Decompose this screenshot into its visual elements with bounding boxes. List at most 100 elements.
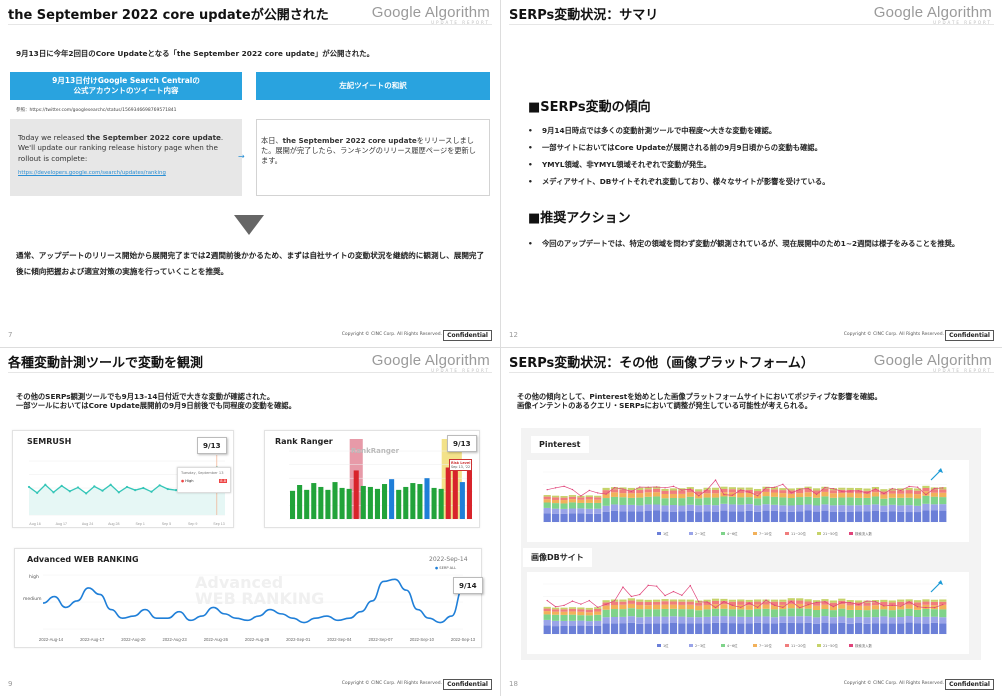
legend-swatch — [689, 532, 693, 535]
stacked-bar-segment — [661, 505, 669, 512]
legend-swatch — [753, 532, 757, 535]
intro-text: その他のSERPs観測ツールでも9月13-14日付近で大きな変動が確認された。 … — [16, 392, 296, 411]
awr-legend: ● SERP ALL — [435, 566, 456, 570]
traffic-point — [925, 493, 927, 496]
stacked-bar-segment — [543, 614, 551, 620]
stacked-bar-segment — [796, 600, 804, 604]
stacked-bar-segment — [787, 505, 795, 512]
traffic-point — [664, 487, 666, 489]
traffic-point — [841, 490, 843, 493]
rankranger-label: Rank Ranger — [275, 437, 333, 446]
awr-x-tick-label: 2022-Aug-14 — [39, 637, 64, 642]
awr-watermark-line2: WEB RANKING — [195, 589, 325, 608]
traffic-point — [748, 602, 750, 604]
ranking-history-link[interactable]: https://developers.google.com/search/upd… — [18, 170, 234, 178]
semrush-chart-card: Aug 16 Aug 17 Aug 24 Aug 28 Sep 1 Sep 5 Sep 9 S… — [12, 430, 234, 528]
stacked-bar-segment — [543, 502, 551, 508]
confidential-badge: Confidential — [945, 330, 994, 341]
stacked-bar-segment — [888, 600, 896, 603]
stacked-bar-segment — [653, 601, 661, 605]
semrush-tooltip-level: ● High — [181, 479, 194, 483]
stacked-bar-segment — [678, 601, 686, 605]
semrush-label: SEMRUSH — [27, 437, 72, 446]
traffic-point — [613, 600, 616, 602]
stacked-bar-segment — [560, 609, 568, 612]
stacked-bar-segment — [552, 503, 560, 509]
stacked-bar-segment — [552, 620, 560, 627]
page-number: 7 — [8, 331, 13, 339]
stacked-bar-segment — [846, 609, 854, 618]
stacked-bar-segment — [703, 511, 711, 522]
stacked-bar-segment — [922, 608, 930, 617]
stacked-bar-segment — [552, 508, 560, 514]
confidential-badge: Confidential — [443, 679, 492, 690]
traffic-point — [849, 601, 851, 604]
stacked-bar-segment — [905, 487, 913, 491]
stacked-bar-segment — [560, 614, 568, 621]
awr-x-tick-label: 2022-Aug-26 — [204, 637, 229, 642]
stacked-bar-segment — [711, 511, 720, 522]
stacked-bar-segment — [930, 622, 938, 634]
traffic-point — [571, 488, 574, 491]
stacked-bar-segment — [737, 599, 745, 602]
traffic-point — [908, 485, 910, 488]
stacked-bar-segment — [804, 622, 812, 634]
semrush-x-tick-label: Aug 24 — [82, 522, 93, 526]
stacked-bar-segment — [737, 492, 745, 498]
stacked-bar-segment — [661, 616, 669, 624]
stacked-bar-segment — [627, 511, 635, 522]
traffic-point — [765, 487, 767, 489]
stacked-bar-segment — [737, 511, 745, 522]
stacked-bar-segment — [602, 600, 610, 603]
traffic-point — [546, 488, 548, 491]
stacked-bar-segment — [636, 601, 644, 605]
stacked-bar-segment — [922, 503, 930, 511]
stacked-bar-segment — [754, 599, 762, 602]
stacked-bar-segment — [678, 493, 686, 499]
stacked-bar-segment — [610, 504, 619, 511]
semrush-tooltip-value: 8.8 — [219, 479, 227, 483]
stacked-bar-segment — [762, 623, 770, 634]
stacked-bar-segment — [577, 502, 585, 509]
stacked-bar-segment — [930, 601, 938, 606]
traffic-point — [874, 488, 877, 490]
stacked-bar-segment — [829, 617, 837, 624]
stacked-bar-segment — [728, 623, 736, 634]
stacked-bar-segment — [905, 616, 913, 623]
stacked-bar-segment — [594, 502, 602, 509]
stacked-bar-segment — [669, 623, 678, 634]
traffic-point — [807, 487, 809, 489]
stacked-bar-segment — [905, 493, 913, 498]
stacked-bar-segment — [594, 497, 602, 500]
stacked-bar-segment — [728, 511, 736, 522]
traffic-point — [933, 487, 936, 490]
stacked-bar-segment — [543, 513, 551, 522]
traffic-point — [942, 603, 944, 606]
stacked-bar-segment — [636, 604, 644, 610]
copyright: Copyright © CINC Corp. All Rights Reserv… — [843, 332, 944, 337]
stacked-bar-segment — [627, 622, 635, 634]
traffic-point — [900, 605, 902, 607]
stacked-bar-segment — [779, 490, 787, 494]
stacked-bar-segment — [543, 499, 551, 503]
traffic-point — [554, 605, 557, 608]
traffic-point — [807, 603, 809, 606]
traffic-point — [824, 600, 826, 603]
stacked-bar-segment — [619, 609, 627, 617]
stacked-bar-segment — [669, 604, 678, 609]
title-divider — [509, 372, 994, 373]
stacked-bar-segment — [796, 616, 804, 624]
stacked-bar-segment — [888, 490, 896, 494]
stacked-bar-segment — [695, 605, 703, 611]
tweet-en-pre: Today we released — [18, 133, 87, 142]
traffic-point — [832, 605, 835, 608]
stacked-bar-segment — [661, 493, 669, 499]
stacked-bar-segment — [770, 623, 779, 634]
page-number: 9 — [8, 680, 13, 688]
stacked-bar-segment — [863, 610, 871, 618]
stacked-bar-segment — [711, 598, 720, 601]
traffic-point — [782, 606, 784, 609]
traffic-point — [639, 486, 641, 488]
awr-x-tick-label: 2022-Sep-07 — [368, 637, 393, 642]
stacked-bar-segment — [930, 496, 938, 505]
